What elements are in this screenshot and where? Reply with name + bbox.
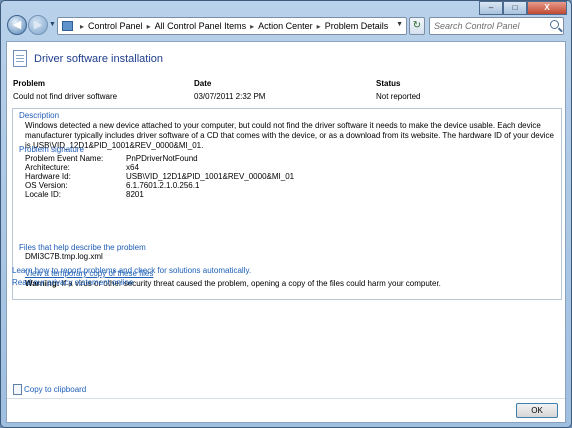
document-icon [13, 50, 27, 67]
signature-value: USB\VID_12D1&PID_1001&REV_0000&MI_01 [126, 172, 295, 181]
signature-label: Problem Event Name: [25, 154, 104, 163]
minimize-button[interactable]: – [479, 1, 503, 15]
chevron-right-icon[interactable]: ▸ [250, 22, 254, 31]
breadcrumb-problem-details[interactable]: Problem Details [325, 21, 389, 31]
address-bar[interactable]: ▸ Control Panel ▸ All Control Panel Item… [57, 17, 407, 35]
ok-button[interactable]: OK [516, 403, 558, 418]
maximize-button[interactable]: □ [503, 1, 527, 15]
chevron-right-icon[interactable]: ▸ [317, 22, 321, 31]
chevron-right-icon[interactable]: ▸ [147, 22, 151, 31]
refresh-button[interactable]: ↻ [409, 17, 425, 35]
breadcrumb-all-items[interactable]: All Control Panel Items [155, 21, 247, 31]
signature-label: Hardware Id: [25, 172, 71, 181]
page-title: Driver software installation [34, 52, 163, 65]
status-value: Not reported [376, 92, 421, 101]
problem-header: Problem [13, 79, 46, 88]
address-dropdown-icon[interactable]: ▼ [396, 21, 403, 28]
signature-label: Architecture: [25, 163, 70, 172]
signature-value: 6.1.7601.2.1.0.256.1 [126, 181, 200, 190]
description-text: Windows detected a new device attached t… [25, 121, 554, 150]
close-button[interactable]: X [527, 1, 567, 15]
clipboard-icon [13, 384, 22, 395]
signature-value: PnPDriverNotFound [126, 154, 198, 163]
content-pane: Driver software installation Problem Cou… [6, 41, 566, 423]
signature-label: Locale ID: [25, 190, 62, 199]
problem-details-window: ◀ ▶ ▼ ▸ Control Panel ▸ All Control Pane… [0, 0, 572, 428]
privacy-link[interactable]: Read our privacy statement online [12, 278, 133, 287]
copy-clipboard-link[interactable]: Copy to clipboard [24, 385, 86, 394]
file-name: DMI3C7B.tmp.log.xml [25, 252, 103, 261]
signature-label: OS Version: [25, 181, 68, 190]
page-heading: Driver software installation [13, 50, 163, 67]
signature-value: x64 [126, 163, 139, 172]
description-title: Description [19, 111, 60, 120]
breadcrumb-control-panel[interactable]: Control Panel [88, 21, 143, 31]
back-button[interactable]: ◀ [7, 15, 27, 35]
breadcrumb-action-center[interactable]: Action Center [258, 21, 313, 31]
problem-value: Could not find driver software [13, 92, 118, 101]
signature-value: 8201 [126, 190, 144, 199]
date-header: Date [194, 79, 212, 88]
search-input[interactable]: Search Control Panel [429, 17, 564, 35]
files-title: Files that help describe the problem [19, 243, 146, 252]
search-placeholder: Search Control Panel [434, 21, 520, 31]
date-value: 03/07/2011 2:32 PM [194, 92, 266, 101]
search-icon[interactable] [550, 20, 559, 29]
learn-report-link[interactable]: Learn how to report problems and check f… [12, 266, 251, 275]
forward-button[interactable]: ▶ [28, 15, 48, 35]
footer-divider [7, 398, 565, 399]
chevron-right-icon[interactable]: ▸ [80, 22, 84, 31]
status-header: Status [376, 79, 401, 88]
recent-pages-dropdown-icon[interactable]: ▼ [49, 21, 56, 28]
window-controls: – □ X [479, 1, 567, 15]
title-bar: ◀ ▶ ▼ ▸ Control Panel ▸ All Control Pane… [1, 1, 571, 41]
signature-title: Problem signature [19, 145, 84, 154]
control-panel-icon [62, 21, 73, 31]
